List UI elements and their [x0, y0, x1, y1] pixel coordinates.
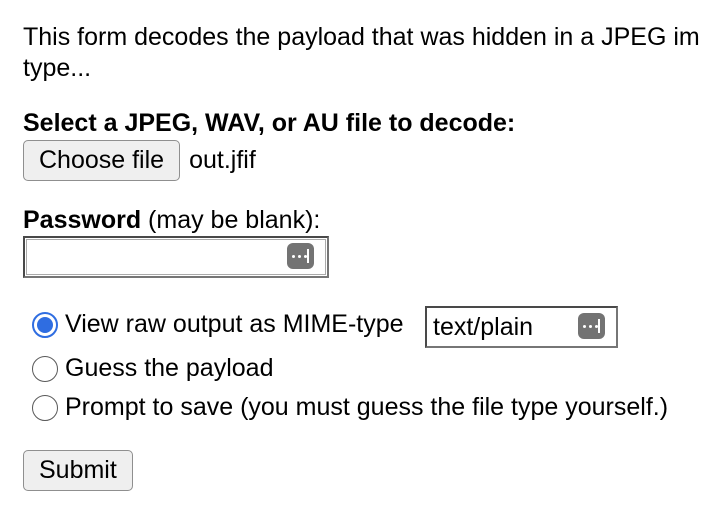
option-raw-output[interactable]: View raw output as MIME-type: [32, 310, 404, 339]
intro-line-1: This form decodes the payload that was h…: [23, 23, 700, 51]
raw-output-label: View raw output as MIME-type: [65, 310, 404, 338]
selected-file-name: out.jfif: [189, 145, 256, 174]
password-label-note: (may be blank):: [141, 206, 321, 234]
choose-file-button[interactable]: Choose file: [23, 139, 181, 181]
mime-password-manager-key-icon[interactable]: [578, 313, 605, 339]
guess-payload-label: Guess the payload: [65, 354, 274, 382]
option-prompt-save[interactable]: Prompt to save (you must guess the file …: [32, 393, 668, 422]
radio-prompt-save[interactable]: [32, 394, 58, 421]
password-label: Password (may be blank):: [23, 205, 320, 236]
option-guess-payload[interactable]: Guess the payload: [32, 354, 273, 383]
password-label-bold: Password: [23, 206, 142, 234]
password-field[interactable]: [23, 236, 329, 278]
radio-guess-payload[interactable]: [32, 355, 58, 382]
mime-type-value: text/plain: [433, 313, 534, 341]
prompt-save-label: Prompt to save (you must guess the file …: [65, 393, 669, 421]
submit-button[interactable]: Submit: [23, 450, 133, 491]
file-select-label: Select a JPEG, WAV, or AU file to decode…: [23, 108, 515, 139]
mime-type-input[interactable]: text/plain: [425, 306, 618, 348]
intro-line-2: type...: [23, 54, 92, 82]
password-manager-key-icon[interactable]: [287, 243, 314, 269]
radio-raw-output[interactable]: [32, 311, 58, 338]
file-input[interactable]: Choose file out.jfif: [23, 139, 256, 181]
intro-text: This form decodes the payload that was h…: [23, 22, 724, 84]
file-select-label-text: Select a JPEG, WAV, or AU file to decode…: [23, 109, 516, 137]
decode-form-page: This form decodes the payload that was h…: [0, 0, 724, 515]
